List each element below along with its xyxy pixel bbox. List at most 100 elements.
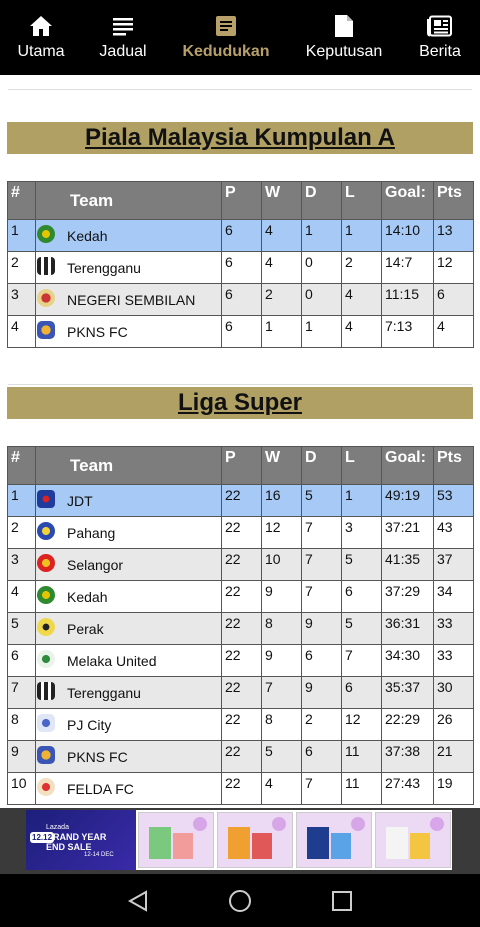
team-name: Kedah xyxy=(67,228,108,244)
table-row[interactable]: 6 Melaka United 22 9 6 7 34:30 33 xyxy=(7,644,474,677)
col-won: W xyxy=(261,181,302,220)
points: 53 xyxy=(433,484,474,517)
drawn: 7 xyxy=(301,548,342,581)
list-icon xyxy=(110,13,136,39)
goals: 37:38 xyxy=(381,740,434,773)
ad-content[interactable]: Lazada GRAND YEAR END SALE 12.12 12-14 D… xyxy=(26,810,452,870)
nav-berita[interactable]: Berita xyxy=(415,0,465,75)
team-logo-icon xyxy=(37,522,55,540)
points: 6 xyxy=(433,283,474,316)
points: 12 xyxy=(433,251,474,284)
team-logo-icon xyxy=(37,618,55,636)
won: 2 xyxy=(261,283,302,316)
played: 22 xyxy=(221,772,262,805)
table-row[interactable]: 9 PKNS FC 22 5 6 11 37:38 21 xyxy=(7,740,474,773)
document-icon xyxy=(331,13,357,39)
ad-product-tile[interactable] xyxy=(296,812,372,868)
table-row[interactable]: 4 Kedah 22 9 7 6 37:29 34 xyxy=(7,580,474,613)
won: 9 xyxy=(261,580,302,613)
table-row[interactable]: 3 NEGERI SEMBILAN 6 2 0 4 11:15 6 xyxy=(7,283,474,316)
drawn: 7 xyxy=(301,772,342,805)
drawn: 9 xyxy=(301,676,342,709)
ad-product-tile[interactable] xyxy=(138,812,214,868)
balloon-icon xyxy=(351,817,365,831)
table-row[interactable]: 8 PJ City 22 8 2 12 22:29 26 xyxy=(7,708,474,741)
team-logo-icon xyxy=(37,289,55,307)
newspaper-icon xyxy=(427,13,453,39)
drawn: 7 xyxy=(301,580,342,613)
ad-banner[interactable]: Lazada GRAND YEAR END SALE 12.12 12-14 D… xyxy=(0,808,480,874)
col-lost: L xyxy=(341,446,382,485)
section-title: Piala Malaysia Kumpulan A xyxy=(85,124,395,151)
ad-badge: 12.12 xyxy=(30,832,55,843)
team-cell: PKNS FC xyxy=(35,740,222,773)
goals: 34:30 xyxy=(381,644,434,677)
drawn: 7 xyxy=(301,516,342,549)
col-played: P xyxy=(221,446,262,485)
table-row[interactable]: 2 Terengganu 6 4 0 2 14:7 12 xyxy=(7,251,474,284)
team-logo-icon xyxy=(37,650,55,668)
team-logo-icon xyxy=(37,682,55,700)
nav-kedudukan[interactable]: Kedudukan xyxy=(180,0,272,75)
product-image xyxy=(228,827,250,859)
goals: 22:29 xyxy=(381,708,434,741)
goals: 35:37 xyxy=(381,676,434,709)
home-circle-icon[interactable] xyxy=(227,888,253,914)
table-row[interactable]: 5 Perak 22 8 9 5 36:31 33 xyxy=(7,612,474,645)
nav-label: Berita xyxy=(419,43,461,60)
col-goals: Goal: xyxy=(381,446,434,485)
drawn: 1 xyxy=(301,219,342,252)
rank: 6 xyxy=(7,644,36,677)
won: 9 xyxy=(261,644,302,677)
goals: 36:31 xyxy=(381,612,434,645)
table-row[interactable]: 7 Terengganu 22 7 9 6 35:37 30 xyxy=(7,676,474,709)
nav-utama[interactable]: Utama xyxy=(16,0,66,75)
ad-headline: GRAND YEAR END SALE xyxy=(46,832,107,852)
standings-content[interactable]: Piala Malaysia Kumpulan A # Team P W D L… xyxy=(0,75,480,808)
team-name: FELDA FC xyxy=(67,781,134,797)
points: 21 xyxy=(433,740,474,773)
nav-jadual[interactable]: Jadual xyxy=(96,0,150,75)
table-row[interactable]: 1 JDT 22 16 5 1 49:19 53 xyxy=(7,484,474,517)
table-row[interactable]: 4 PKNS FC 6 1 1 4 7:13 4 xyxy=(7,315,474,348)
back-icon[interactable] xyxy=(125,888,151,914)
rank: 1 xyxy=(7,219,36,252)
table-row[interactable]: 2 Pahang 22 12 7 3 37:21 43 xyxy=(7,516,474,549)
points: 34 xyxy=(433,580,474,613)
table-row[interactable]: 1 Kedah 6 4 1 1 14:10 13 xyxy=(7,219,474,252)
points: 4 xyxy=(433,315,474,348)
product-image xyxy=(173,833,193,859)
recents-icon[interactable] xyxy=(329,888,355,914)
lost: 7 xyxy=(341,644,382,677)
team-cell: Selangor xyxy=(35,548,222,581)
played: 22 xyxy=(221,580,262,613)
goals: 7:13 xyxy=(381,315,434,348)
nav-label: Kedudukan xyxy=(182,43,270,60)
home-icon xyxy=(28,13,54,39)
team-cell: Melaka United xyxy=(35,644,222,677)
team-cell: Terengganu xyxy=(35,251,222,284)
goals: 37:29 xyxy=(381,580,434,613)
table-row[interactable]: 10 FELDA FC 22 4 7 11 27:43 19 xyxy=(7,772,474,805)
goals: 14:7 xyxy=(381,251,434,284)
divider xyxy=(8,384,472,385)
team-cell: Perak xyxy=(35,612,222,645)
drawn: 1 xyxy=(301,315,342,348)
ad-product-tile[interactable] xyxy=(375,812,451,868)
points: 30 xyxy=(433,676,474,709)
col-points: Pts xyxy=(433,446,474,485)
system-nav-bar xyxy=(0,874,480,927)
team-name: Kedah xyxy=(67,589,108,605)
ad-product-tile[interactable] xyxy=(217,812,293,868)
nav-keputusan[interactable]: Keputusan xyxy=(303,0,385,75)
col-goals: Goal: xyxy=(381,181,434,220)
col-lost: L xyxy=(341,181,382,220)
team-cell: Kedah xyxy=(35,580,222,613)
rank: 3 xyxy=(7,283,36,316)
team-cell: Pahang xyxy=(35,516,222,549)
drawn: 6 xyxy=(301,740,342,773)
ad-dates: 12-14 DEC xyxy=(84,852,114,858)
table-row[interactable]: 3 Selangor 22 10 7 5 41:35 37 xyxy=(7,548,474,581)
rank: 5 xyxy=(7,612,36,645)
col-drawn: D xyxy=(301,181,342,220)
